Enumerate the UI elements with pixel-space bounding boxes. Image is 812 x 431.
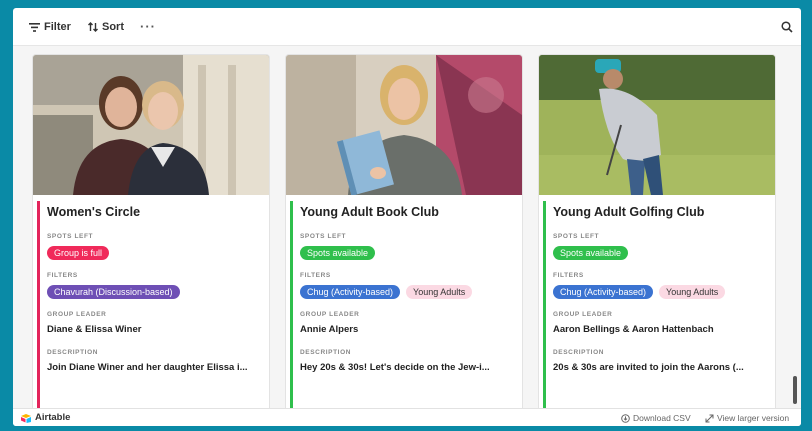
filter-tag: Chug (Activity-based) xyxy=(553,285,654,299)
sort-button[interactable]: Sort xyxy=(88,19,124,35)
card-body: Young Adult Golfing Club SPOTS LEFT Spot… xyxy=(553,201,767,375)
airtable-logo-icon xyxy=(21,413,31,423)
filter-tag: Chug (Activity-based) xyxy=(300,285,401,299)
filter-label: Filter xyxy=(44,21,71,33)
spots-left-value: Spots available xyxy=(553,246,767,260)
spots-left-label: SPOTS LEFT xyxy=(553,233,600,240)
gallery-card[interactable]: Women's Circle SPOTS LEFT Group is full … xyxy=(33,55,269,408)
group-leader-value: Annie Alpers xyxy=(300,324,359,335)
more-icon: ··· xyxy=(140,18,156,34)
spots-left-value: Spots available xyxy=(300,246,514,260)
card-status-accent xyxy=(290,201,293,408)
filters-label: FILTERS xyxy=(300,272,331,279)
filters-value: Chug (Activity-based) Young Adults xyxy=(553,285,767,299)
airtable-logo-link[interactable]: Airtable xyxy=(20,412,70,423)
group-leader-label: GROUP LEADER xyxy=(47,311,107,318)
download-csv-label: Download CSV xyxy=(633,413,691,423)
download-csv-link[interactable]: Download CSV xyxy=(621,413,691,423)
filters-label: FILTERS xyxy=(553,272,584,279)
status-badge: Group is full xyxy=(47,246,110,260)
card-status-accent xyxy=(37,201,40,408)
expand-icon xyxy=(705,414,714,422)
more-options-button[interactable]: ··· xyxy=(140,18,156,34)
spots-left-label: SPOTS LEFT xyxy=(300,233,347,240)
filters-value: Chug (Activity-based) Young Adults xyxy=(300,285,514,299)
spots-left-value: Group is full xyxy=(47,246,261,260)
card-body: Women's Circle SPOTS LEFT Group is full … xyxy=(47,201,261,375)
view-toolbar: Filter Sort ··· xyxy=(13,8,801,46)
filter-tag: Young Adults xyxy=(406,285,473,299)
card-status-accent xyxy=(543,201,546,408)
gallery-card[interactable]: Young Adult Book Club SPOTS LEFT Spots a… xyxy=(286,55,522,408)
search-icon xyxy=(781,21,793,33)
sort-label: Sort xyxy=(102,21,124,33)
airtable-brand-label: Airtable xyxy=(35,412,71,423)
embed-footer: Airtable Download CSV View larger versio… xyxy=(13,408,801,426)
description-label: DESCRIPTION xyxy=(47,349,99,356)
group-leader-label: GROUP LEADER xyxy=(300,311,360,318)
filter-tag: Chavurah (Discussion-based) xyxy=(47,285,180,299)
search-button[interactable] xyxy=(781,20,793,38)
description-value: Hey 20s & 30s! Let's decide on the Jew-i… xyxy=(300,362,490,373)
card-photo xyxy=(539,55,775,195)
status-badge: Spots available xyxy=(300,246,376,260)
card-title: Women's Circle xyxy=(47,205,141,219)
group-leader-label: GROUP LEADER xyxy=(553,311,613,318)
card-photo xyxy=(286,55,522,195)
group-leader-value: Aaron Bellings & Aaron Hattenbach xyxy=(553,324,714,335)
gallery-card[interactable]: Young Adult Golfing Club SPOTS LEFT Spot… xyxy=(539,55,775,408)
status-badge: Spots available xyxy=(553,246,629,260)
filter-icon xyxy=(29,22,40,32)
group-leader-value: Diane & Elissa Winer xyxy=(47,324,142,335)
gallery-view[interactable]: Women's Circle SPOTS LEFT Group is full … xyxy=(13,46,801,408)
card-body: Young Adult Book Club SPOTS LEFT Spots a… xyxy=(300,201,514,375)
card-title: Young Adult Golfing Club xyxy=(553,205,705,219)
download-icon xyxy=(621,413,630,423)
description-label: DESCRIPTION xyxy=(553,349,605,356)
description-label: DESCRIPTION xyxy=(300,349,352,356)
card-photo xyxy=(33,55,269,195)
description-value: 20s & 30s are invited to join the Aarons… xyxy=(553,362,744,373)
filter-button[interactable]: Filter xyxy=(29,19,71,35)
filters-value: Chavurah (Discussion-based) xyxy=(47,285,261,299)
sort-icon xyxy=(88,22,98,32)
filter-tag: Young Adults xyxy=(659,285,726,299)
airtable-embed-frame: Filter Sort ··· Women's Circle SPOTS LEF… xyxy=(13,8,801,426)
filters-label: FILTERS xyxy=(47,272,78,279)
spots-left-label: SPOTS LEFT xyxy=(47,233,94,240)
view-larger-link[interactable]: View larger version xyxy=(705,413,789,423)
description-value: Join Diane Winer and her daughter Elissa… xyxy=(47,362,248,373)
card-title: Young Adult Book Club xyxy=(300,205,439,219)
scrollbar-thumb[interactable] xyxy=(793,376,797,404)
view-larger-label: View larger version xyxy=(717,413,790,423)
